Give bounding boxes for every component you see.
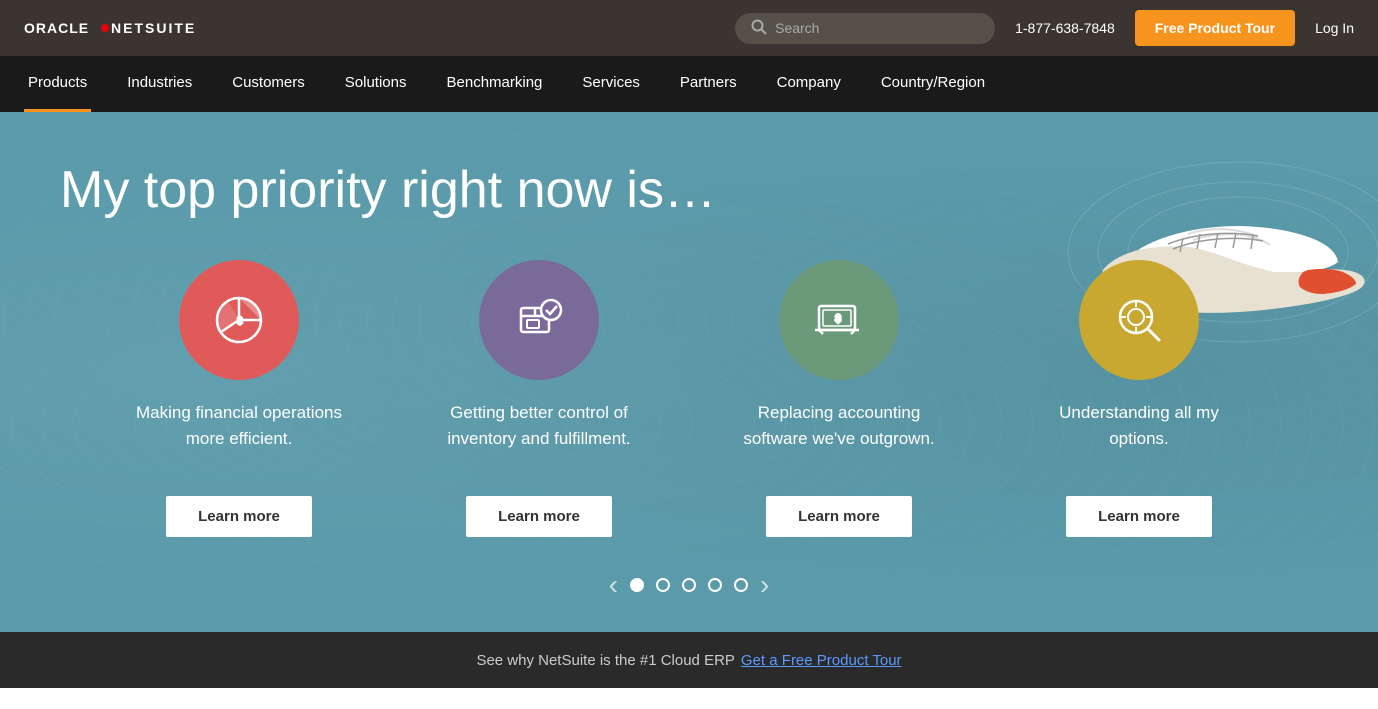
search-bar[interactable] (735, 13, 995, 44)
header-right: 1-877-638-7848 Free Product Tour Log In (735, 10, 1354, 46)
nav-item-benchmarking[interactable]: Benchmarking (443, 56, 547, 112)
nav-item-country-region[interactable]: Country/Region (877, 56, 989, 112)
nav-item-services[interactable]: Services (578, 56, 644, 112)
carousel-dot-2[interactable] (656, 578, 670, 592)
search-input[interactable] (775, 20, 979, 36)
card-inventory: Getting better control of inventory and … (389, 260, 689, 537)
hero-section: My top priority right now is… $ Making f… (0, 112, 1378, 632)
svg-text:$: $ (835, 313, 841, 325)
nav-item-company[interactable]: Company (773, 56, 845, 112)
bottom-bar-text: See why NetSuite is the #1 Cloud ERP (476, 652, 734, 669)
card-financial: $ Making financial operations more effic… (89, 260, 389, 537)
learn-more-accounting[interactable]: Learn more (766, 496, 912, 537)
card-icon-accounting: $ (779, 260, 899, 380)
card-text-financial: Making financial operations more efficie… (129, 400, 349, 472)
free-product-tour-button[interactable]: Free Product Tour (1135, 10, 1295, 46)
card-icon-financial: $ (179, 260, 299, 380)
learn-more-inventory[interactable]: Learn more (466, 496, 612, 537)
carousel-dot-4[interactable] (708, 578, 722, 592)
search-icon (751, 19, 767, 38)
card-text-inventory: Getting better control of inventory and … (429, 400, 649, 472)
login-button[interactable]: Log In (1315, 20, 1354, 36)
svg-text:$: $ (237, 316, 243, 327)
phone-number: 1-877-638-7848 (1015, 20, 1115, 36)
logo-dot (101, 24, 109, 32)
hero-title: My top priority right now is… (0, 112, 1378, 260)
nav-item-products[interactable]: Products (24, 56, 91, 112)
logo-netsuite: NETSUITE (111, 20, 196, 36)
logo: ORACLE NETSUITE (24, 20, 196, 36)
carousel-prev[interactable]: ‹ (609, 569, 618, 601)
card-icon-options (1079, 260, 1199, 380)
top-header: ORACLE NETSUITE 1-877-638-7848 Free Prod… (0, 0, 1378, 56)
main-nav: Products Industries Customers Solutions … (0, 56, 1378, 112)
card-text-options: Understanding all my options. (1029, 400, 1249, 472)
carousel-dot-1[interactable] (630, 578, 644, 592)
bottom-bar-link[interactable]: Get a Free Product Tour (741, 652, 902, 669)
card-text-accounting: Replacing accounting software we've outg… (729, 400, 949, 472)
nav-item-solutions[interactable]: Solutions (341, 56, 411, 112)
learn-more-financial[interactable]: Learn more (166, 496, 312, 537)
carousel-controls: ‹ › (0, 569, 1378, 601)
nav-item-industries[interactable]: Industries (123, 56, 196, 112)
nav-item-partners[interactable]: Partners (676, 56, 741, 112)
carousel-dot-5[interactable] (734, 578, 748, 592)
cards-row: $ Making financial operations more effic… (0, 260, 1378, 537)
learn-more-options[interactable]: Learn more (1066, 496, 1212, 537)
bottom-bar: See why NetSuite is the #1 Cloud ERP Get… (0, 632, 1378, 688)
carousel-dot-3[interactable] (682, 578, 696, 592)
carousel-next[interactable]: › (760, 569, 769, 601)
card-accounting: $ Replacing accounting software we've ou… (689, 260, 989, 537)
card-options: Understanding all my options. Learn more (989, 260, 1289, 537)
logo-oracle: ORACLE (24, 20, 89, 36)
card-icon-inventory (479, 260, 599, 380)
nav-item-customers[interactable]: Customers (228, 56, 309, 112)
